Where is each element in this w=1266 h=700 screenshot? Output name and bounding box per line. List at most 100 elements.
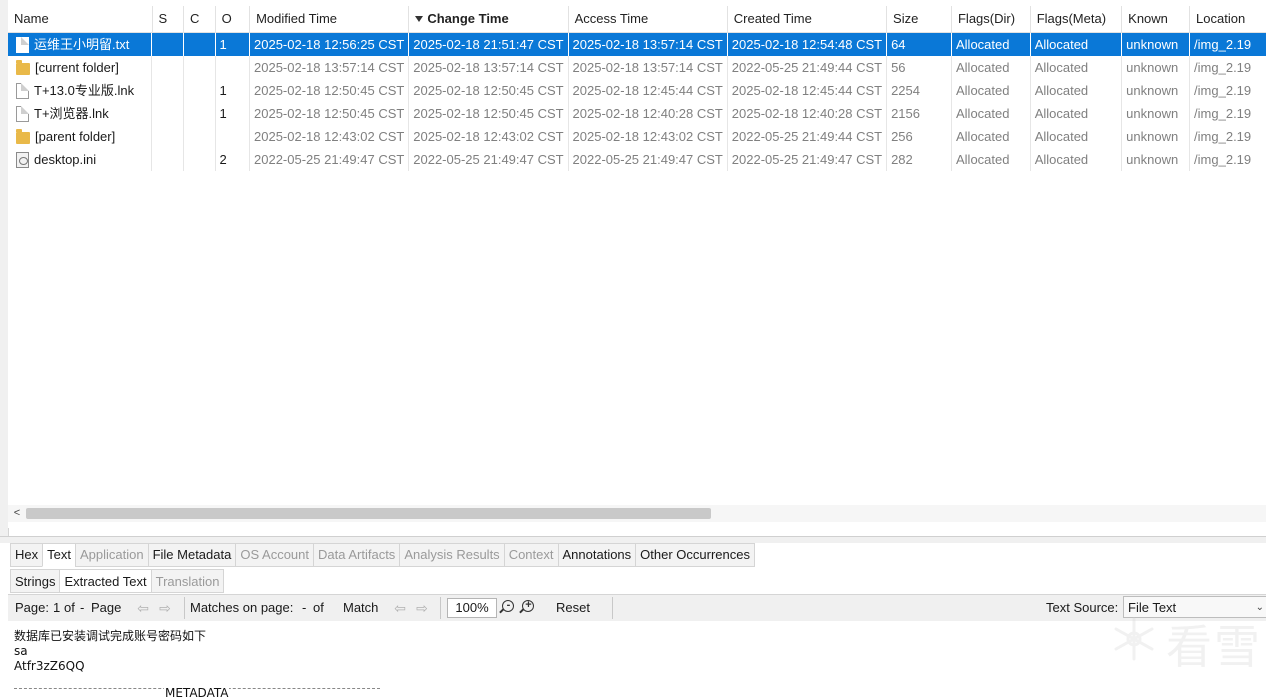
metadata-label: METADATA [164, 686, 230, 700]
matches-label: Matches on page: [190, 600, 294, 615]
size-cell: 282 [887, 148, 952, 171]
c-cell [184, 79, 216, 102]
tab-annotations[interactable]: Annotations [557, 543, 636, 567]
column-header-flags-dir[interactable]: Flags(Dir) [952, 6, 1031, 32]
known-cell: unknown [1122, 33, 1191, 56]
flags-meta-cell: Allocated [1031, 56, 1123, 79]
table-row[interactable]: [current folder] 2025-02-18 13:57:14 CST 2… [8, 56, 1266, 79]
horizontal-scrollbar[interactable]: < [8, 505, 1266, 522]
file-name: [current folder] [35, 60, 119, 75]
column-header-name[interactable]: Name [8, 6, 153, 32]
next-page-arrow-icon[interactable]: ⇨ [156, 599, 174, 617]
table-row[interactable]: desktop.ini 2 2022-05-25 21:49:47 CST 2022-… [8, 148, 1266, 171]
known-cell: unknown [1122, 102, 1191, 125]
file-name: T+13.0专业版.lnk [34, 83, 135, 98]
tab-application: Application [74, 543, 148, 567]
table-row[interactable]: T+13.0专业版.lnk 1 2025-02-18 12:50:45 CST 202… [8, 79, 1266, 102]
flags-meta-cell: Allocated [1031, 79, 1123, 102]
scroll-left-arrow-icon[interactable]: < [10, 505, 24, 522]
zoom-in-icon[interactable]: + [522, 599, 534, 612]
page-label: Page: [15, 600, 49, 615]
o-cell: 2 [216, 148, 250, 171]
size-cell: 64 [887, 33, 952, 56]
settings-file-icon [16, 151, 29, 168]
tab-context: Context [503, 543, 558, 567]
flags-meta-cell: Allocated [1031, 125, 1123, 148]
name-cell: T+13.0专业版.lnk [8, 79, 153, 102]
location-cell: /img_2.19 [1190, 79, 1266, 102]
extracted-text-area[interactable]: 数据库已安装调试完成账号密码如下 sa Atfr3zZ6QQ METADATA [8, 621, 1266, 700]
column-header-created-time[interactable]: Created Time [728, 6, 888, 32]
table-body: 运维王小明留.txt 1 2025-02-18 12:56:25 CST 2025-0… [8, 33, 1266, 171]
folder-icon [16, 128, 30, 144]
shortcut-file-icon [16, 105, 29, 122]
reset-button[interactable]: Reset [556, 595, 590, 621]
flags-dir-cell: Allocated [952, 33, 1031, 56]
column-header-c[interactable]: C [184, 6, 216, 32]
page-current: 1 [53, 600, 61, 615]
created-time-cell: 2025-02-18 12:40:28 CST [728, 102, 888, 125]
tab-data-artifacts: Data Artifacts [313, 543, 400, 567]
modified-time-cell: 2022-05-25 21:49:47 CST [250, 148, 410, 171]
c-cell [184, 125, 216, 148]
column-header-access-time[interactable]: Access Time [569, 6, 728, 32]
c-cell [184, 56, 216, 79]
table-row[interactable]: [parent folder] 2025-02-18 12:43:02 CST 20… [8, 125, 1266, 148]
size-cell: 256 [887, 125, 952, 148]
modified-time-cell: 2025-02-18 12:43:02 CST [250, 125, 410, 148]
subtab-strings[interactable]: Strings [10, 569, 60, 593]
created-time-cell: 2025-02-18 12:45:44 CST [728, 79, 888, 102]
text-line: Atfr3zZ6QQ [14, 659, 85, 673]
subtab-extracted-text[interactable]: Extracted Text [59, 569, 151, 593]
name-cell: 运维王小明留.txt [8, 33, 153, 56]
zoom-out-icon[interactable]: - [502, 599, 514, 612]
tab-hex[interactable]: Hex [10, 543, 43, 567]
created-time-cell: 2022-05-25 21:49:44 CST [728, 56, 888, 79]
prev-match-arrow-icon[interactable]: ⇦ [391, 599, 409, 617]
s-cell [152, 102, 184, 125]
next-match-arrow-icon[interactable]: ⇨ [413, 599, 431, 617]
tab-file-metadata[interactable]: File Metadata [147, 543, 236, 567]
table-row[interactable]: 运维王小明留.txt 1 2025-02-18 12:56:25 CST 2025-0… [8, 33, 1266, 56]
created-time-cell: 2022-05-25 21:49:47 CST [728, 148, 888, 171]
column-header-size[interactable]: Size [887, 6, 952, 32]
text-source-dropdown[interactable]: File Text ⌄ [1123, 596, 1266, 618]
change-time-cell: 2025-02-18 12:50:45 CST [409, 79, 569, 102]
text-source-label: Text Source: [1046, 600, 1119, 615]
pane-splitter[interactable] [0, 536, 1266, 543]
change-time-cell: 2025-02-18 21:51:47 CST [409, 33, 569, 56]
o-cell: 1 [216, 79, 250, 102]
prev-page-arrow-icon[interactable]: ⇦ [134, 599, 152, 617]
column-header-flags-meta[interactable]: Flags(Meta) [1031, 6, 1123, 32]
o-cell [216, 125, 250, 148]
scrollbar-thumb[interactable] [26, 508, 711, 519]
table-row[interactable]: T+浏览器.lnk 1 2025-02-18 12:50:45 CST 2025-02… [8, 102, 1266, 125]
column-header-o[interactable]: O [216, 6, 251, 32]
tab-other-occurrences[interactable]: Other Occurrences [635, 543, 755, 567]
folder-icon [16, 59, 30, 75]
table-header: Name S C O Modified Time Change Time Acc… [8, 6, 1266, 33]
tab-text[interactable]: Text [42, 543, 75, 567]
name-cell: [current folder] [8, 56, 153, 79]
flags-meta-cell: Allocated [1031, 148, 1123, 171]
created-time-cell: 2025-02-18 12:54:48 CST [728, 33, 888, 56]
text-viewer-toolbar: Page: 1 of - Page ⇦ ⇨ Matches on page: -… [8, 594, 1266, 622]
file-name: T+浏览器.lnk [34, 106, 109, 121]
text-file-icon [16, 36, 29, 53]
column-header-change-time[interactable]: Change Time [409, 6, 569, 32]
column-header-s[interactable]: S [153, 6, 185, 32]
matches-of: of [313, 600, 324, 615]
modified-time-cell: 2025-02-18 12:50:45 CST [250, 79, 410, 102]
access-time-cell: 2025-02-18 13:57:14 CST [569, 33, 728, 56]
access-time-cell: 2025-02-18 12:40:28 CST [569, 102, 728, 125]
zoom-level-field[interactable]: 100% [447, 598, 497, 618]
column-header-known[interactable]: Known [1122, 6, 1191, 32]
column-header-modified-time[interactable]: Modified Time [250, 6, 410, 32]
page-word: Page [91, 600, 122, 615]
page-total: - [80, 600, 85, 615]
match-word: Match [343, 600, 379, 615]
column-header-location[interactable]: Location [1190, 6, 1266, 32]
flags-dir-cell: Allocated [952, 102, 1031, 125]
location-cell: /img_2.19 [1190, 56, 1266, 79]
c-cell [184, 33, 216, 56]
